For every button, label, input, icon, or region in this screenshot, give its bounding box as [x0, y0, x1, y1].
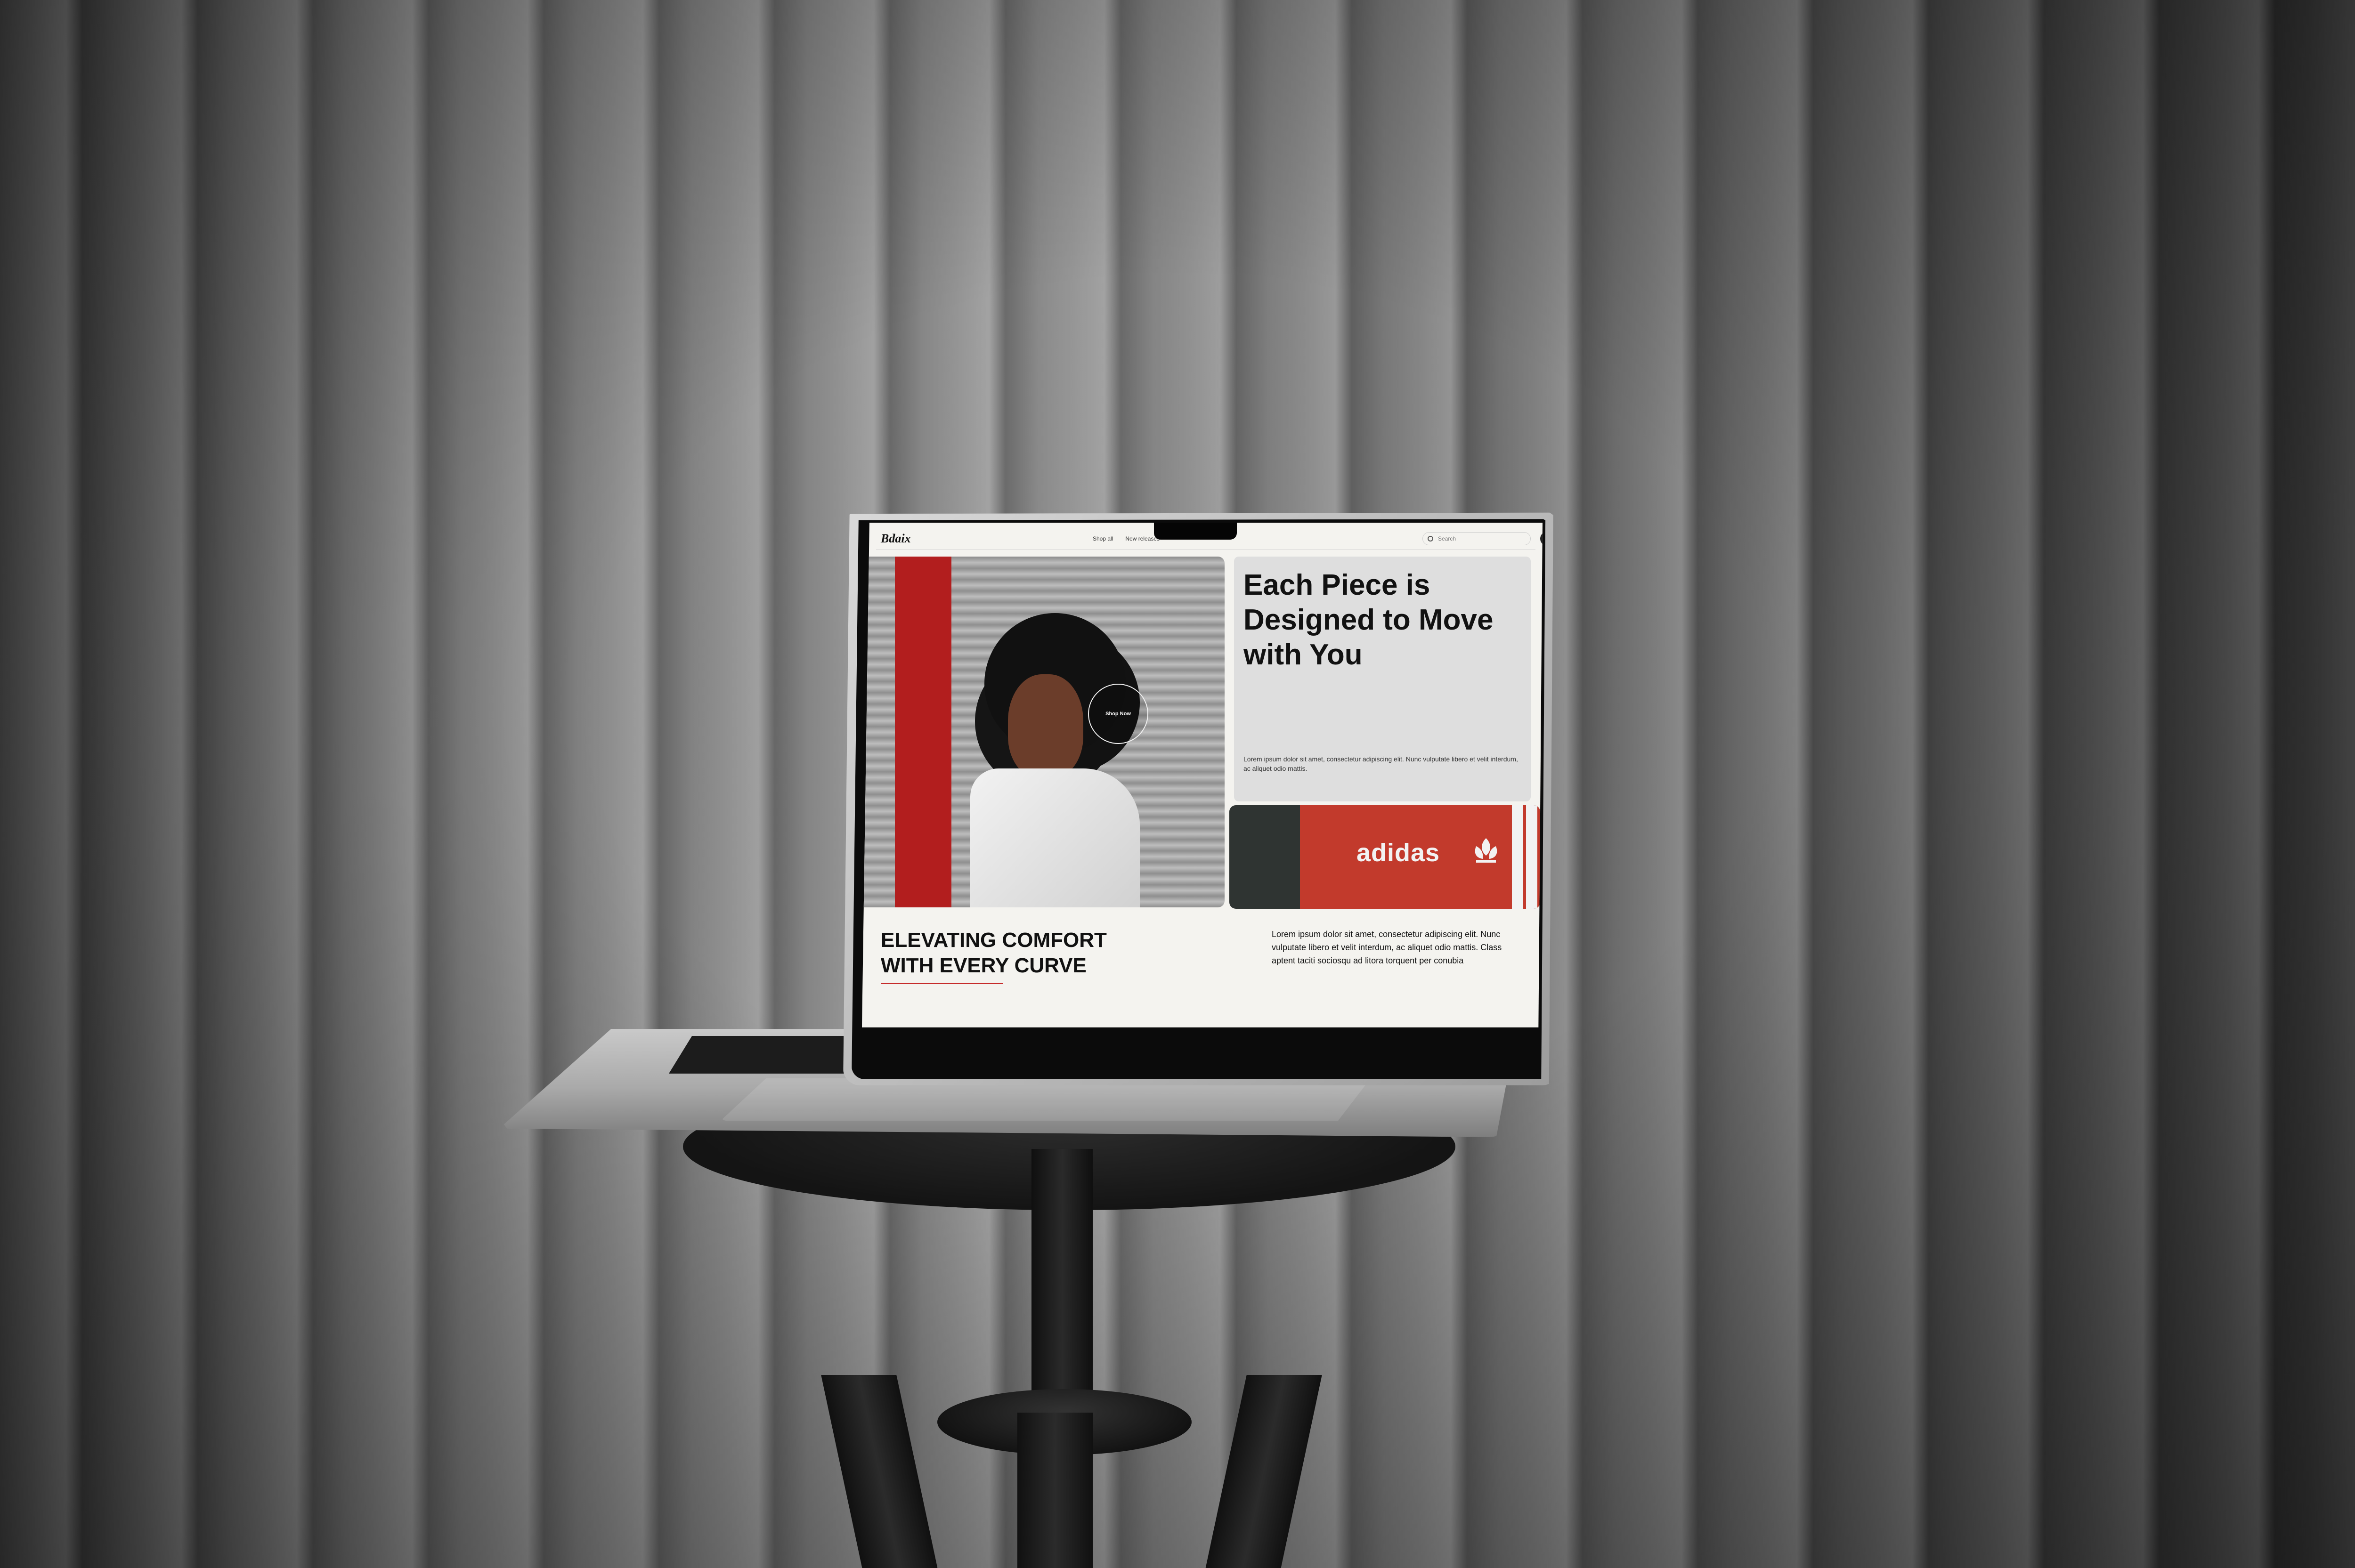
- section-title-line-2: WITH EVERY CURVE: [881, 954, 1087, 977]
- search-input[interactable]: [1437, 535, 1514, 542]
- photo-background: Bdaix Shop all New releases Shop Now Eac…: [0, 0, 2355, 1568]
- avatar[interactable]: [1540, 532, 1543, 546]
- laptop-screen: Bdaix Shop all New releases Shop Now Eac…: [862, 523, 1543, 1027]
- search-bar[interactable]: [1422, 532, 1531, 545]
- camera-notch: [1154, 523, 1237, 540]
- section-underline: [881, 983, 1003, 984]
- product-stripe: [1512, 805, 1523, 909]
- product-card[interactable]: adidas: [1229, 805, 1540, 909]
- site-logo[interactable]: Bdaix: [881, 532, 911, 546]
- section-heading-block: ELEVATING COMFORT WITH EVERY CURVE: [881, 928, 1126, 984]
- nav-link-shop-all[interactable]: Shop all: [1093, 535, 1113, 542]
- shop-now-button[interactable]: Shop Now: [1088, 684, 1148, 744]
- section-title: ELEVATING COMFORT WITH EVERY CURVE: [881, 928, 1126, 978]
- search-icon: [1428, 536, 1433, 542]
- model-coat: [970, 768, 1140, 907]
- section-body: Lorem ipsum dolor sit amet, consectetur …: [1272, 929, 1502, 965]
- model-photo: [951, 613, 1149, 907]
- model-face: [1008, 674, 1083, 778]
- product-stripe: [1526, 805, 1537, 909]
- trefoil-icon: [1475, 838, 1497, 863]
- product-brand: adidas: [1356, 839, 1440, 867]
- hero-copy: Each Piece is Designed to Move with You …: [1234, 557, 1531, 801]
- hero-red-band: [895, 557, 951, 907]
- hero-image: Shop Now: [862, 557, 1225, 907]
- nav-links: Shop all New releases: [1093, 535, 1160, 542]
- stand-leg: [1017, 1413, 1093, 1568]
- hero-body: Lorem ipsum dolor sit amet, consectetur …: [1243, 755, 1518, 772]
- section-title-line-1: ELEVATING COMFORT: [881, 929, 1107, 952]
- hero-title: Each Piece is Designed to Move with You: [1243, 569, 1494, 671]
